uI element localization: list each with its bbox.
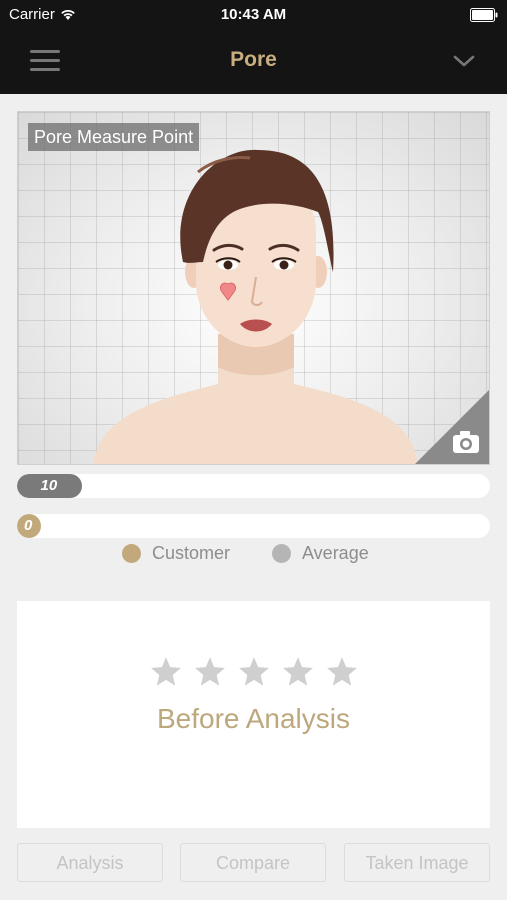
legend-average-label: Average [302, 543, 369, 563]
compare-button[interactable]: Compare [180, 843, 326, 882]
action-buttons: Analysis Compare Taken Image [17, 843, 490, 883]
star-icon [282, 657, 313, 686]
average-score-bar: 0 [17, 514, 490, 538]
result-card: Before Analysis [17, 601, 490, 828]
star-rating [17, 655, 490, 689]
customer-score-bar: 10 [17, 474, 490, 498]
face-image-panel: Pore Measure Point [17, 111, 490, 465]
legend-average: Average [272, 543, 369, 564]
average-dot-icon [272, 544, 291, 563]
analysis-button[interactable]: Analysis [17, 843, 163, 882]
average-score-value: 0 [24, 517, 33, 534]
taken-image-button[interactable]: Taken Image [344, 843, 490, 882]
score-legend: Customer Average [0, 543, 507, 567]
chevron-down-icon[interactable] [451, 48, 477, 74]
customer-dot-icon [122, 544, 141, 563]
camera-icon[interactable] [415, 390, 489, 464]
star-icon [150, 657, 181, 686]
customer-score-value: 10 [40, 477, 58, 494]
star-icon [238, 657, 269, 686]
status-time: 10:43 AM [220, 6, 287, 23]
page-title: Pore [230, 48, 277, 71]
legend-customer-label: Customer [152, 543, 231, 563]
battery-icon [470, 8, 498, 22]
status-bar: Carrier 10:43 AM [0, 0, 507, 30]
legend-customer: Customer [122, 543, 230, 564]
star-icon [326, 657, 357, 686]
star-icon [194, 657, 225, 686]
pore-measure-label: Pore Measure Point [28, 123, 200, 151]
nav-bar: Pore [0, 30, 507, 94]
analysis-status: Before Analysis [157, 703, 350, 734]
